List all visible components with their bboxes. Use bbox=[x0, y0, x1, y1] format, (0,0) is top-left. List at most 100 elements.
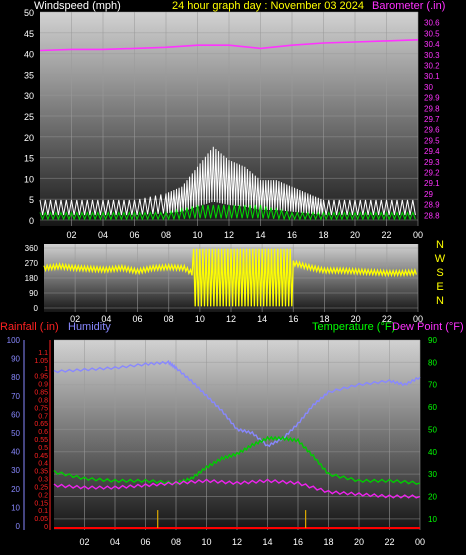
wind-direction-panel: 090180270360 NWSEN 02 04 06 08 10 12 14 16 18 20 2… bbox=[25, 239, 446, 324]
windspeed-tick-label: 15 bbox=[24, 154, 34, 164]
rainfall-tick-label: 0.9 bbox=[38, 382, 48, 389]
hour-tick-label: 16 bbox=[287, 230, 297, 240]
direction-tick-label: 180 bbox=[25, 274, 39, 283]
rainfall-tick-label: 0.15 bbox=[34, 500, 48, 507]
compass-label: W bbox=[435, 253, 446, 265]
rainfall-tick-label: 0.5 bbox=[38, 445, 48, 452]
windspeed-tick-label: 50 bbox=[24, 8, 34, 18]
hour-tick-label: 22 bbox=[384, 537, 394, 547]
rainfall-tick-label: 0.2 bbox=[38, 492, 48, 499]
windspeed-tick-label: 20 bbox=[24, 133, 34, 143]
humidity-tick-label: 10 bbox=[11, 503, 20, 512]
rainfall-tick-label: 0.75 bbox=[34, 405, 48, 412]
hour-tick-label: 06 bbox=[132, 314, 142, 324]
barometer-tick-label: 29.7 bbox=[424, 115, 440, 124]
graph-title: 24 hour graph day : November 03 2024 bbox=[172, 0, 364, 12]
barometer-tick-label: 29.6 bbox=[424, 126, 440, 135]
humidity-tick-label: 20 bbox=[11, 485, 20, 494]
hour-tick-label: 04 bbox=[98, 230, 108, 240]
windspeed-tick-label: 35 bbox=[24, 70, 34, 80]
barometer-tick-label: 29.1 bbox=[424, 179, 440, 188]
hour-tick-label: 16 bbox=[293, 537, 303, 547]
hour-tick-label: 02 bbox=[66, 230, 76, 240]
humidity-tick-label: 0 bbox=[16, 522, 21, 531]
temperature-tick-label: 70 bbox=[428, 381, 437, 390]
hour-tick-label: 20 bbox=[354, 537, 364, 547]
windspeed-tick-label: 40 bbox=[24, 50, 34, 60]
direction-tick-label: 270 bbox=[25, 259, 39, 268]
hour-tick-label: 12 bbox=[224, 230, 234, 240]
hour-tick-label: 22 bbox=[381, 230, 391, 240]
hour-tick-label: 14 bbox=[257, 314, 267, 324]
barometer-tick-label: 30.3 bbox=[424, 51, 440, 60]
rainfall-tick-label: 1 bbox=[44, 366, 48, 373]
compass-label: N bbox=[436, 295, 444, 307]
hour-tick-label: 08 bbox=[164, 314, 174, 324]
barometer-tick-label: 30.2 bbox=[424, 62, 440, 71]
barometer-tick-label: 30 bbox=[424, 83, 433, 92]
rainfall-tick-label: 0.95 bbox=[34, 374, 48, 381]
hour-tick-label: 16 bbox=[288, 314, 298, 324]
humidity-tick-label: 40 bbox=[11, 448, 20, 457]
rainfall-tick-label: 0.45 bbox=[34, 453, 48, 460]
hour-tick-label: 18 bbox=[323, 537, 333, 547]
hour-tick-label: 18 bbox=[318, 230, 328, 240]
temperature-tick-label: 40 bbox=[428, 448, 437, 457]
rainfall-tick-label: 1.1 bbox=[38, 350, 48, 357]
rainfall-tick-label: 0.7 bbox=[38, 413, 48, 420]
windspeed-tick-label: 25 bbox=[24, 112, 34, 122]
wind-barometer-panel: Windspeed (mph) 24 hour graph day : Nove… bbox=[24, 0, 445, 240]
humidity-tick-label: 80 bbox=[11, 373, 20, 382]
weather-graph: Windspeed (mph) 24 hour graph day : Nove… bbox=[0, 0, 464, 547]
windspeed-tick-label: 10 bbox=[24, 174, 34, 184]
rainfall-tick-label: 0.1 bbox=[38, 508, 48, 515]
hour-tick-label: 14 bbox=[262, 537, 272, 547]
rainfall-tick-label: 1.05 bbox=[34, 358, 48, 365]
barometer-tick-label: 29.2 bbox=[424, 169, 440, 178]
rainfall-axis-label: Rainfall (.in) bbox=[0, 321, 59, 333]
barometer-tick-label: 28.8 bbox=[424, 211, 440, 220]
temperature-tick-label: 80 bbox=[428, 358, 437, 367]
temperature-tick-label: 60 bbox=[428, 403, 437, 412]
hour-tick-label: 12 bbox=[226, 314, 236, 324]
rain-humidity-temp-panel: Rainfall (.in) Humidity Temperature (°F)… bbox=[0, 321, 464, 547]
barometer-tick-label: 30.5 bbox=[424, 29, 440, 38]
barometer-tick-label: 29 bbox=[424, 190, 433, 199]
humidity-tick-label: 50 bbox=[11, 429, 20, 438]
barometer-axis-label: Barometer (.in) bbox=[372, 0, 445, 12]
hour-tick-label: 10 bbox=[192, 230, 202, 240]
compass-label: S bbox=[436, 267, 443, 279]
compass-label: E bbox=[436, 281, 443, 293]
hour-tick-label: 06 bbox=[129, 230, 139, 240]
direction-tick-label: 360 bbox=[25, 244, 39, 253]
hour-tick-label: 02 bbox=[79, 537, 89, 547]
hour-tick-label: 04 bbox=[110, 537, 120, 547]
barometer-tick-label: 29.3 bbox=[424, 158, 440, 167]
barometer-tick-label: 30.6 bbox=[424, 19, 440, 28]
barometer-tick-label: 29.8 bbox=[424, 104, 440, 113]
windspeed-tick-label: 30 bbox=[24, 91, 34, 101]
barometer-tick-label: 29.9 bbox=[424, 94, 440, 103]
hour-tick-label: 00 bbox=[415, 537, 425, 547]
humidity-axis-label: Humidity bbox=[68, 321, 111, 333]
dewpoint-axis-label: Dew Point (°F) bbox=[392, 321, 464, 333]
humidity-tick-label: 90 bbox=[11, 355, 20, 364]
hour-tick-label: 10 bbox=[195, 314, 205, 324]
rainfall-tick-label: 0.3 bbox=[38, 477, 48, 484]
hour-tick-label: 14 bbox=[255, 230, 265, 240]
temperature-tick-label: 10 bbox=[428, 515, 437, 524]
temperature-axis-label: Temperature (°F) bbox=[312, 321, 395, 333]
rainfall-tick-label: 0.55 bbox=[34, 437, 48, 444]
hour-tick-label: 08 bbox=[171, 537, 181, 547]
windspeed-tick-label: 0 bbox=[29, 216, 34, 226]
rainfall-tick-label: 0.05 bbox=[34, 516, 48, 523]
windspeed-axis-label: Windspeed (mph) bbox=[34, 0, 121, 12]
hour-tick-label: 10 bbox=[201, 537, 211, 547]
rainfall-tick-label: 0.4 bbox=[38, 461, 48, 468]
windspeed-tick-label: 45 bbox=[24, 29, 34, 39]
windspeed-tick-label: 5 bbox=[29, 195, 34, 205]
rainfall-tick-label: 0 bbox=[44, 524, 48, 531]
temperature-tick-label: 30 bbox=[428, 470, 437, 479]
rainfall-tick-label: 0.35 bbox=[34, 469, 48, 476]
hour-tick-label: 20 bbox=[350, 230, 360, 240]
